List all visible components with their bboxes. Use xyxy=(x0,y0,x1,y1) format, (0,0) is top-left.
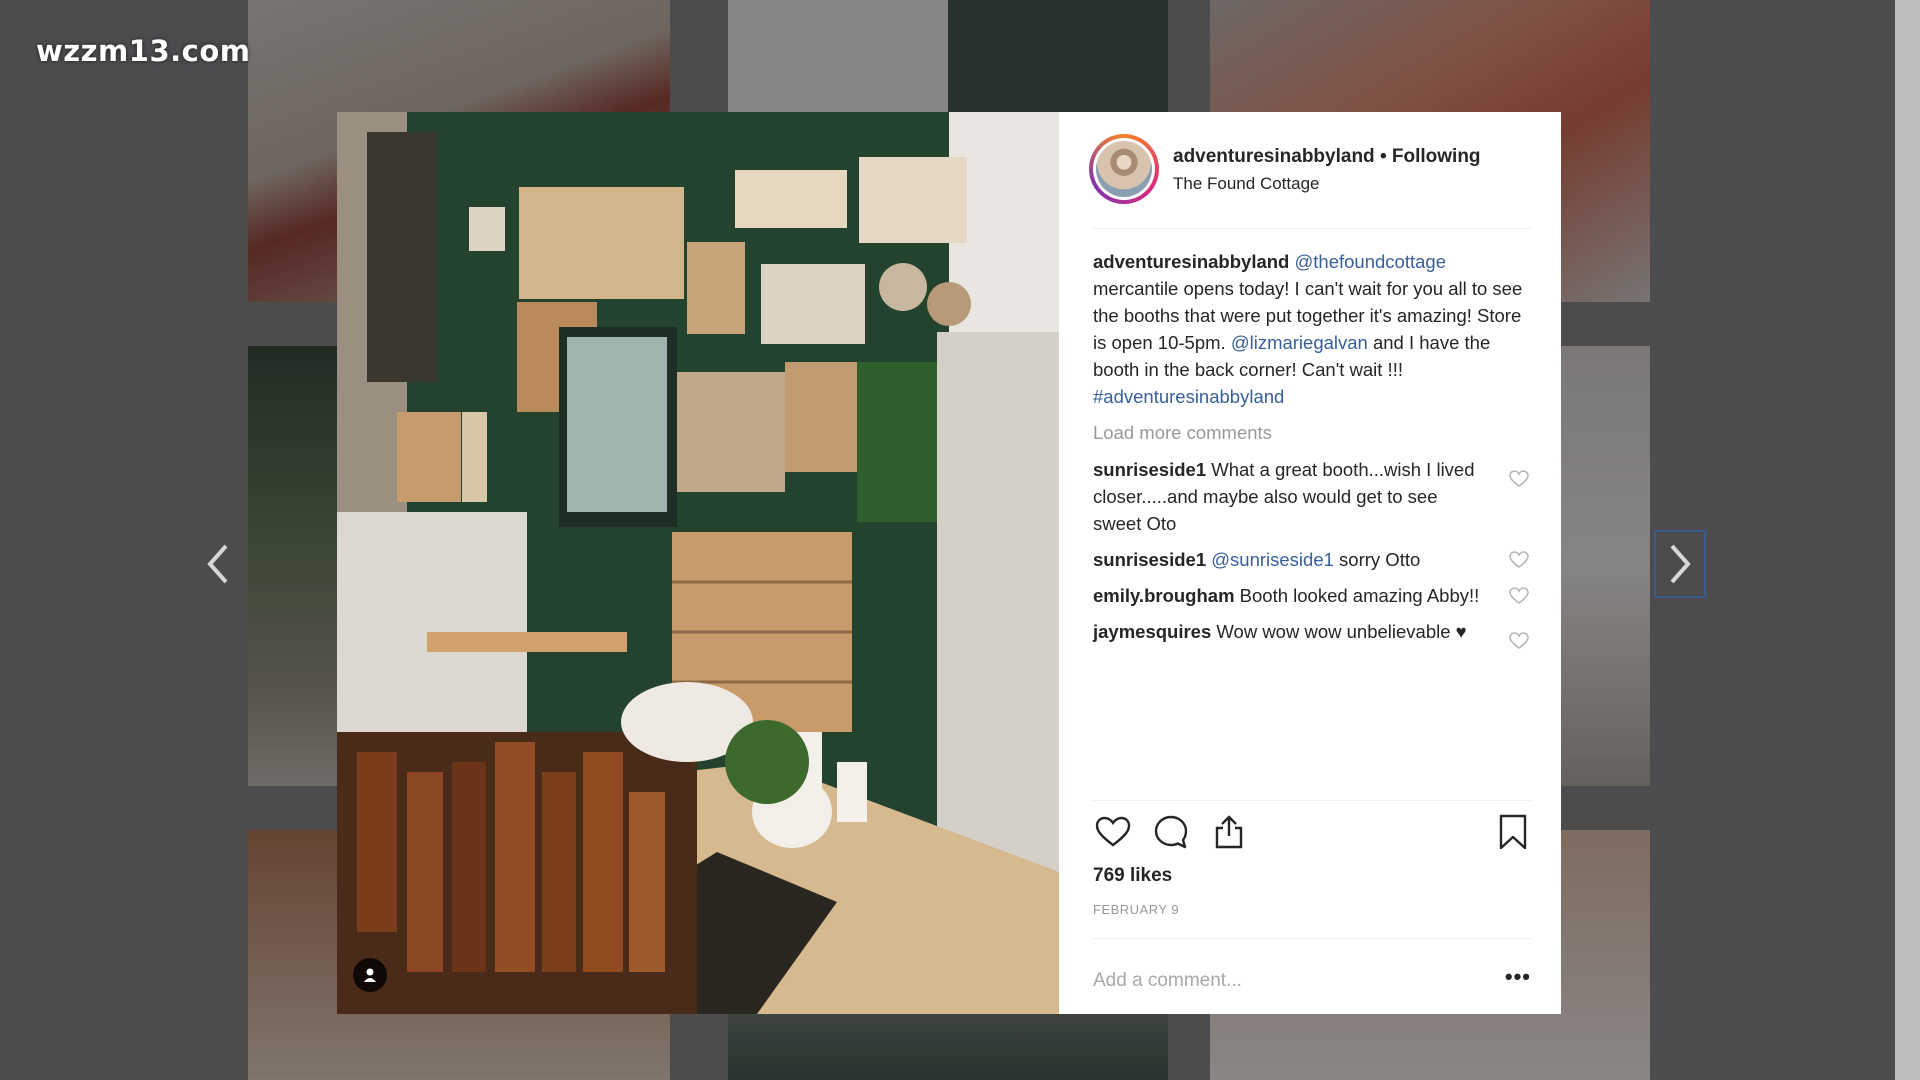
post-photo[interactable] xyxy=(337,112,1059,1014)
actions-divider xyxy=(1093,800,1531,801)
like-comment-heart-icon[interactable] xyxy=(1509,587,1529,605)
save-button[interactable] xyxy=(1493,812,1533,852)
comment-username[interactable]: jaymesquires xyxy=(1093,621,1211,642)
comment-icon xyxy=(1154,815,1188,849)
user-tag-button[interactable] xyxy=(353,958,387,992)
share-icon xyxy=(1215,815,1243,849)
comment-item: jaymesquires Wow wow wow unbelievable ♥ xyxy=(1093,618,1533,649)
chevron-left-icon xyxy=(207,544,228,584)
mention-link[interactable]: @thefoundcottage xyxy=(1295,251,1446,272)
next-post-button[interactable] xyxy=(1654,530,1706,598)
user-tag-icon xyxy=(364,968,376,982)
more-options-icon[interactable]: ••• xyxy=(1505,964,1531,990)
mention-link[interactable]: @sunriseside1 xyxy=(1206,549,1334,570)
share-button[interactable] xyxy=(1209,812,1249,852)
comment-username[interactable]: emily.brougham xyxy=(1093,585,1235,606)
comment-text: Wow wow wow unbelievable ♥ xyxy=(1211,621,1467,642)
channel-watermark: wzzm13.com xyxy=(36,34,251,68)
like-comment-heart-icon[interactable] xyxy=(1509,632,1529,650)
load-more-comments[interactable]: Load more comments xyxy=(1093,422,1533,444)
header-username-row: adventuresinabbyland • Following xyxy=(1173,146,1481,168)
bookmark-icon xyxy=(1499,814,1527,850)
shop-booth-photo xyxy=(337,112,1059,1014)
location-link[interactable]: The Found Cottage xyxy=(1173,174,1319,194)
follow-status[interactable]: • Following xyxy=(1380,146,1481,167)
header-username-link[interactable]: adventuresinabbyland xyxy=(1173,146,1375,167)
comments-list: adventuresinabbyland @thefoundcottage me… xyxy=(1093,248,1533,649)
post-date[interactable]: FEBRUARY 9 xyxy=(1093,902,1179,917)
comment-item: emily.brougham Booth looked amazing Abby… xyxy=(1093,582,1533,609)
comment-item: sunriseside1 @sunriseside1 sorry Otto xyxy=(1093,546,1533,573)
like-comment-heart-icon[interactable] xyxy=(1509,470,1529,488)
previous-post-button[interactable] xyxy=(194,532,242,596)
post-side-panel: adventuresinabbyland • Following The Fou… xyxy=(1059,112,1561,1014)
comment-username[interactable]: sunriseside1 xyxy=(1093,549,1206,570)
like-comment-heart-icon[interactable] xyxy=(1509,551,1529,569)
comment-text: sorry Otto xyxy=(1333,549,1421,570)
comment-username[interactable]: sunriseside1 xyxy=(1093,459,1206,480)
post-header: adventuresinabbyland • Following The Fou… xyxy=(1059,112,1561,228)
chevron-right-icon xyxy=(1670,544,1691,584)
add-comment-input[interactable] xyxy=(1093,961,1473,1001)
caption-username[interactable]: adventuresinabbyland xyxy=(1093,251,1289,272)
header-divider xyxy=(1093,228,1531,229)
likes-count[interactable]: 769 likes xyxy=(1093,865,1172,887)
like-button[interactable] xyxy=(1093,812,1133,852)
comment-text: Booth looked amazing Abby!! xyxy=(1234,585,1480,606)
post-caption: adventuresinabbyland @thefoundcottage me… xyxy=(1093,248,1533,410)
avatar-ring xyxy=(1093,138,1155,200)
avatar[interactable] xyxy=(1089,134,1159,204)
avatar-image xyxy=(1096,141,1152,197)
post-actions xyxy=(1093,812,1533,852)
hashtag-link[interactable]: #adventuresinabbyland xyxy=(1093,386,1284,407)
post-modal: adventuresinabbyland • Following The Fou… xyxy=(337,112,1561,1014)
mention-link[interactable]: @lizmariegalvan xyxy=(1231,332,1368,353)
comment-divider xyxy=(1093,938,1531,939)
comment-button[interactable] xyxy=(1151,812,1191,852)
heart-icon xyxy=(1095,816,1131,847)
comment-item: sunriseside1 What a great booth...wish I… xyxy=(1093,456,1533,537)
scrollbar-track[interactable] xyxy=(1895,0,1920,1080)
